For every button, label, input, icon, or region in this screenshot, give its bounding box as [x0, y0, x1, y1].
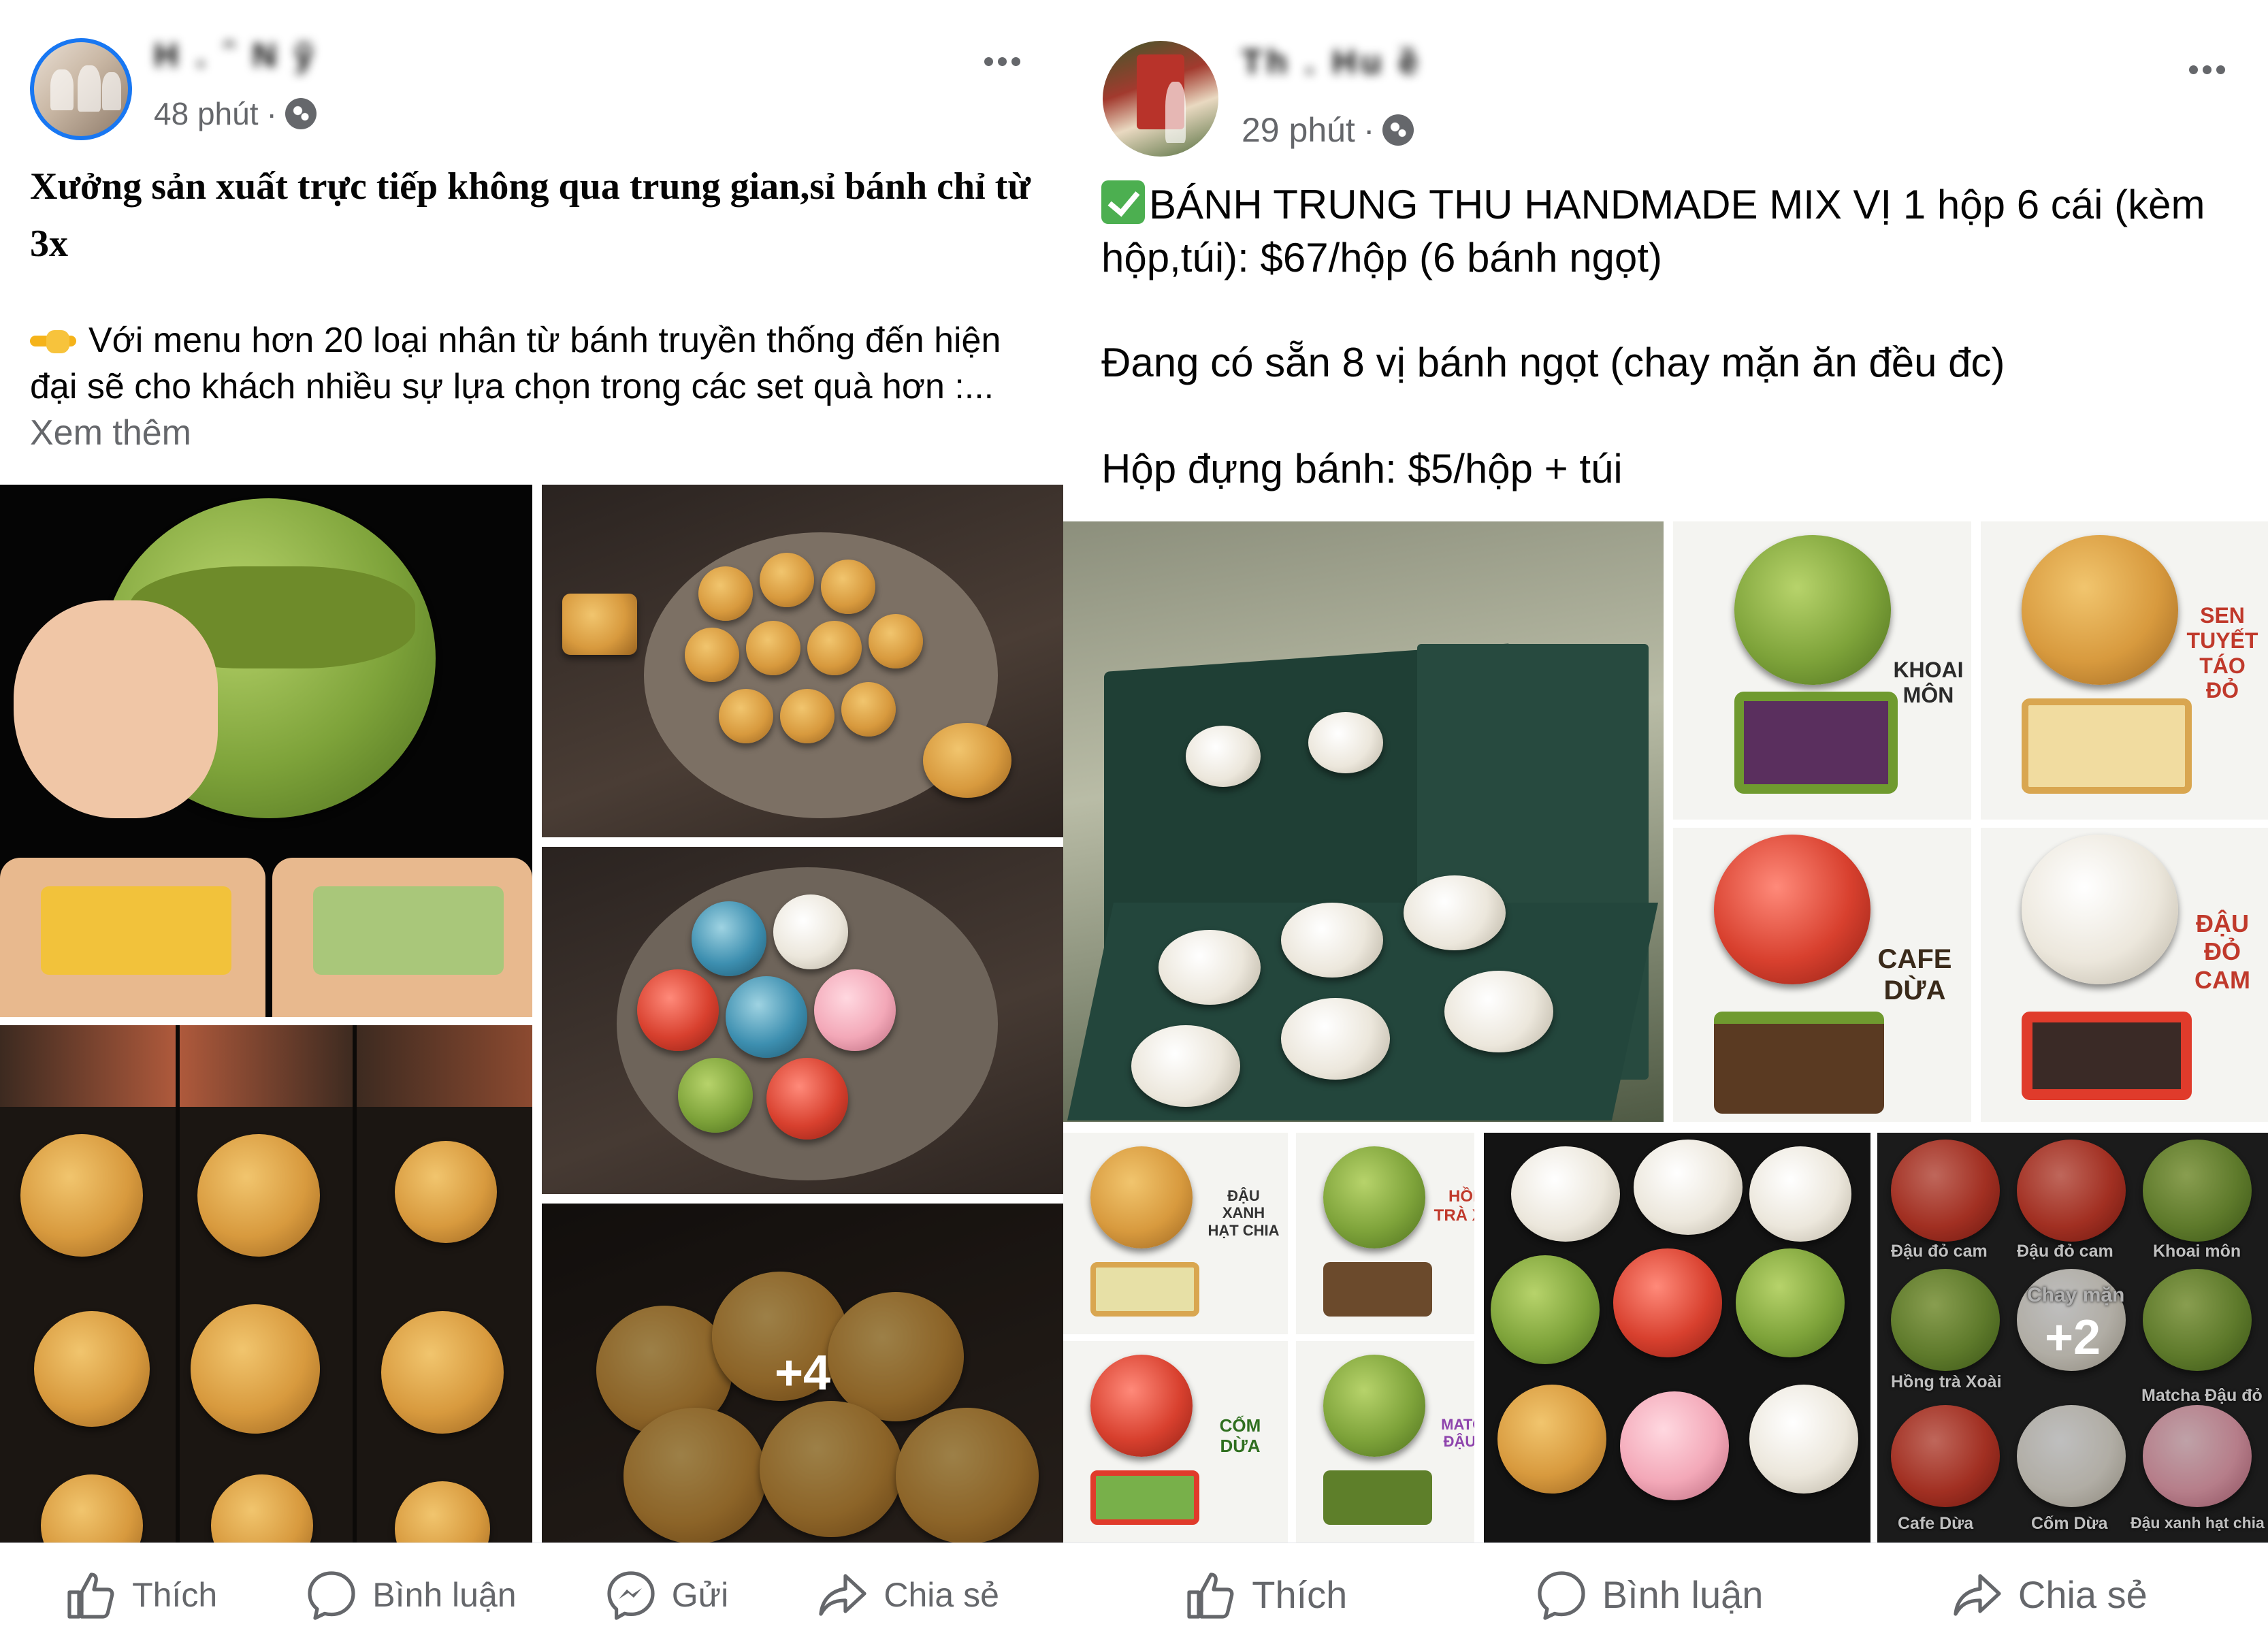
like-button[interactable]: Thích [1184, 1568, 1347, 1622]
send-label: Gửi [671, 1575, 729, 1614]
comment-icon [1538, 1570, 1585, 1620]
author-name[interactable]: Th . Hu ề [1242, 42, 1422, 82]
photo-gift-box[interactable] [1063, 521, 1664, 1122]
check-mark-icon [1101, 180, 1145, 224]
meta-separator: · [266, 96, 277, 131]
post-body: Với menu hơn 20 loại nhân từ bánh truyền… [30, 317, 1044, 456]
post-time[interactable]: 48 phút [154, 95, 258, 132]
flavor-label-com-dua: CỐM DỪA [1219, 1415, 1261, 1456]
photo-flavor-quad[interactable]: ĐẬU XANH HẠT CHIA HỒNG TRÀ XOÀI CỐM DỪA … [1063, 1133, 1521, 1543]
globe-icon [1382, 114, 1414, 146]
like-button[interactable]: Thích [64, 1568, 217, 1622]
comment-label: Bình luận [1602, 1573, 1764, 1616]
share-arrow-icon [1954, 1573, 2001, 1616]
author-name[interactable]: H . ˆ N ỹ [154, 35, 317, 75]
meta-separator: · [1363, 111, 1375, 149]
author-avatar[interactable] [1103, 41, 1218, 157]
share-button[interactable]: Chia sẻ [815, 1568, 999, 1622]
photo-cake-plate[interactable] [542, 485, 1063, 837]
post-paragraph-1: BÁNH TRUNG THU HANDMADE MIX VỊ 1 hộp 6 c… [1101, 178, 2258, 285]
share-label: Chia sẻ [884, 1575, 999, 1614]
flavor-label-khoai-mon: KHOAI MÔN [1893, 658, 1964, 707]
photo-flavor-cafe-dua[interactable]: CAFE DỪA [1673, 828, 1971, 1122]
post-paragraph-1-text: BÁNH TRUNG THU HANDMADE MIX VỊ 1 hộp 6 c… [1101, 182, 2205, 280]
share-button[interactable]: Chia sẻ [1950, 1568, 2148, 1622]
send-button[interactable]: Gửi [604, 1568, 728, 1622]
post-left: H . ˆ N ỹ 48 phút · Xưởng sản xuất trực … [0, 0, 1063, 1646]
post-right: Th . Hu ề 29 phút · BÁNH TRUNG THU HANDM… [1063, 0, 2268, 1646]
post-meta: 29 phút · [1242, 110, 1414, 150]
post-headline: Xưởng sản xuất trực tiếp không qua trung… [30, 165, 1031, 265]
photo-flavor-khoai-mon[interactable]: KHOAI MÔN [1673, 521, 1971, 820]
share-arrow-icon [819, 1573, 866, 1616]
photo-flavor-sen-tuyet[interactable]: SEN TUYẾT TÁO ĐỎ [1981, 521, 2268, 820]
action-bar: Thích Bình luận Gửi Chia sẻ [0, 1543, 1063, 1646]
action-bar: Thích Bình luận Chia sẻ [1063, 1543, 2268, 1646]
comment-icon [308, 1570, 355, 1620]
pointing-hand-icon [30, 327, 78, 355]
globe-icon [285, 98, 317, 129]
thumbs-up-icon [1187, 1572, 1234, 1619]
post-paragraph-2: Đang có sẵn 8 vị bánh ngọt (chay mặn ăn … [1101, 340, 2005, 385]
comment-button[interactable]: Bình luận [1534, 1568, 1764, 1622]
post-paragraph-3: Hộp đựng bánh: $5/hộp + túi [1101, 446, 1623, 491]
photo-flavor-grid[interactable]: Đậu đỏ cam Đậu đỏ cam Khoai môn Hồng trà… [1877, 1133, 2268, 1543]
photo-cake-collage[interactable] [0, 1025, 532, 1543]
flavor-label-dau-xanh-hat-chia: ĐẬU XANH HẠT CHIA [1208, 1187, 1280, 1239]
photo-mixed-cakes-box[interactable] [1474, 1133, 1870, 1543]
photo-flavor-dau-do-cam[interactable]: ĐẬU ĐỎ CAM [1981, 828, 2268, 1122]
more-photos-count[interactable]: +4 [542, 1204, 1063, 1543]
comment-label: Bình luận [372, 1575, 517, 1614]
photo-matcha-cake[interactable] [0, 485, 532, 1017]
comment-button[interactable]: Bình luận [304, 1568, 517, 1622]
more-options-icon[interactable] [984, 57, 1020, 66]
author-avatar[interactable] [30, 38, 132, 140]
messenger-icon [607, 1570, 655, 1620]
like-label: Thích [1252, 1573, 1348, 1616]
post-body-text: Với menu hơn 20 loại nhân từ bánh truyền… [30, 321, 1001, 406]
like-label: Thích [132, 1575, 218, 1614]
more-photos-count[interactable]: +2 [1877, 1133, 2268, 1543]
more-options-icon[interactable] [2189, 65, 2225, 74]
flavor-label-sen-tuyet: SEN TUYẾT TÁO ĐỎ [2186, 603, 2258, 703]
see-more-link[interactable]: Xem thêm [30, 413, 191, 453]
photo-colorful-cakes[interactable] [542, 847, 1063, 1194]
flavor-label-dau-do-cam: ĐẬU ĐỎ CAM [2194, 909, 2250, 994]
share-label: Chia sẻ [2018, 1573, 2148, 1616]
post-time[interactable]: 29 phút [1242, 110, 1355, 150]
flavor-label-cafe-dua: CAFE DỪA [1877, 944, 1952, 1005]
thumbs-up-icon [67, 1572, 114, 1619]
post-meta: 48 phút · [154, 95, 317, 132]
photo-golden-cakes[interactable]: +4 [542, 1204, 1063, 1543]
